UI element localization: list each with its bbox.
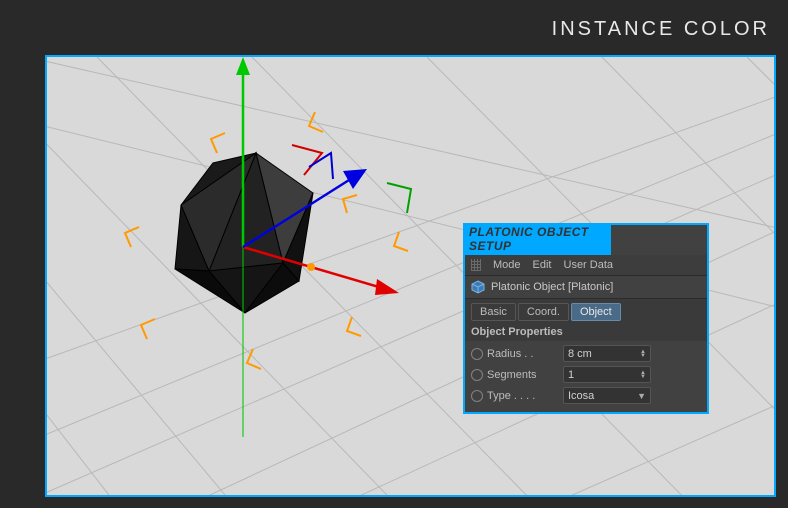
menu-userdata[interactable]: User Data xyxy=(564,259,614,271)
tab-basic[interactable]: Basic xyxy=(471,303,516,321)
prop-label: Segments xyxy=(487,369,559,381)
radius-input[interactable]: 8 cm ▲▼ xyxy=(563,345,651,362)
anim-dot-icon[interactable] xyxy=(471,390,483,402)
anim-dot-icon[interactable] xyxy=(471,369,483,381)
grip-icon[interactable] xyxy=(471,259,481,271)
prop-label: Type . . . . xyxy=(487,390,559,402)
viewport[interactable]: PLATONIC OBJECT SETUP Mode Edit User Dat… xyxy=(45,55,776,497)
page-title: INSTANCE COLOR xyxy=(552,18,770,41)
tab-strip: Basic Coord. Object xyxy=(465,299,707,321)
anim-dot-icon[interactable] xyxy=(471,348,483,360)
menu-mode[interactable]: Mode xyxy=(493,259,521,271)
object-row[interactable]: Platonic Object [Platonic] xyxy=(465,276,707,299)
property-list: Radius . . 8 cm ▲▼ Segments 1 ▲▼ Type . … xyxy=(465,341,707,412)
platonic-icon xyxy=(471,280,485,294)
menu-edit[interactable]: Edit xyxy=(533,259,552,271)
prop-type: Type . . . . Icosa ▼ xyxy=(471,385,701,406)
tab-coord[interactable]: Coord. xyxy=(518,303,569,321)
brand-mark: ✲ octanerender™ xyxy=(0,391,4,496)
segments-input[interactable]: 1 ▲▼ xyxy=(563,366,651,383)
prop-segments: Segments 1 ▲▼ xyxy=(471,364,701,385)
type-dropdown[interactable]: Icosa ▼ xyxy=(563,387,651,404)
panel-title: PLATONIC OBJECT SETUP xyxy=(463,223,611,255)
section-header: Object Properties xyxy=(465,321,707,341)
panel-menubar: Mode Edit User Data xyxy=(465,255,707,276)
attribute-panel[interactable]: PLATONIC OBJECT SETUP Mode Edit User Dat… xyxy=(463,223,709,414)
prop-radius: Radius . . 8 cm ▲▼ xyxy=(471,343,701,364)
spinner-icon[interactable]: ▲▼ xyxy=(640,371,646,379)
prop-label: Radius . . xyxy=(487,348,559,360)
tab-object[interactable]: Object xyxy=(571,303,621,321)
chevron-down-icon: ▼ xyxy=(637,391,646,401)
object-name: Platonic Object [Platonic] xyxy=(491,281,613,293)
swirl-logo-icon: ✲ xyxy=(0,477,3,496)
spinner-icon[interactable]: ▲▼ xyxy=(640,350,646,358)
